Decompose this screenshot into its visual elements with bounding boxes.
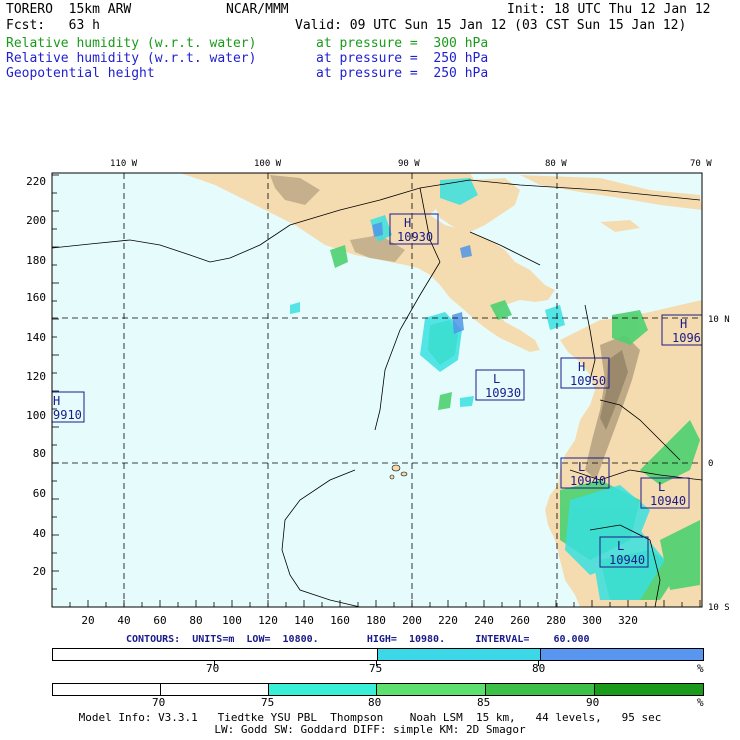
x-tick-40: 40 <box>117 614 130 625</box>
lat-label-0: 0 <box>708 459 713 469</box>
x-tick-120: 120 <box>258 614 278 625</box>
colorbar-rh300-label-pct: % <box>697 696 704 709</box>
y-tick-labels: 220 200 180 160 140 120 100 80 60 40 20 <box>26 175 46 578</box>
colorbar-rh300 <box>52 683 704 696</box>
y-tick-120: 120 <box>26 370 46 383</box>
y-tick-60: 60 <box>33 487 46 500</box>
colorbar-rh250-seg-3 <box>541 649 703 660</box>
y-tick-40: 40 <box>33 527 46 540</box>
x-tick-140: 140 <box>294 614 314 625</box>
y-tick-220: 220 <box>26 175 46 188</box>
center-value-l1: 10930 <box>485 386 521 400</box>
colorbar-rh250-label-80: 80 <box>532 662 546 675</box>
center-type-h4: H <box>53 394 60 408</box>
center-value-h2: 10950 <box>570 374 606 388</box>
lat-label-10s: 10 S <box>708 603 730 613</box>
y-tick-20: 20 <box>33 565 46 578</box>
x-tick-200: 200 <box>402 614 422 625</box>
x-tick-60: 60 <box>153 614 166 625</box>
colorbar-rh300-seg-5 <box>486 684 595 695</box>
y-tick-160: 160 <box>26 291 46 304</box>
x-tick-80: 80 <box>189 614 202 625</box>
x-tick-260: 260 <box>510 614 530 625</box>
latitude-labels: 10 N 0 10 S <box>708 315 730 613</box>
x-tick-180: 180 <box>366 614 386 625</box>
lon-label-90w: 90 W <box>398 159 420 169</box>
center-type-h3: H <box>680 317 687 331</box>
y-tick-100: 100 <box>26 409 46 422</box>
center-value-h3: 1096 <box>672 331 701 345</box>
colorbar-rh300-label-90: 90 <box>586 696 600 709</box>
y-tick-140: 140 <box>26 331 46 344</box>
weather-map: 110 W 100 W 90 W 80 W 70 W 10 N 0 10 S H… <box>26 159 730 625</box>
x-tick-320: 320 <box>618 614 638 625</box>
y-tick-180: 180 <box>26 254 46 267</box>
colorbar-rh300-label-70: 70 <box>152 696 166 709</box>
colorbar-rh250-seg-2 <box>378 649 541 660</box>
colorbar-rh300-seg-2 <box>161 684 269 695</box>
x-tick-240: 240 <box>474 614 494 625</box>
lat-label-10n: 10 N <box>708 315 730 325</box>
longitude-labels: 110 W 100 W 90 W 80 W 70 W <box>110 159 712 169</box>
model-info-line-2: LW: Godd SW: Goddard DIFF: simple KM: 2D… <box>214 723 526 736</box>
colorbar-rh300-seg-3 <box>269 684 377 695</box>
y-tick-80: 80 <box>33 447 46 460</box>
colorbar-rh300-seg-4 <box>377 684 486 695</box>
colorbar-rh300-label-80: 80 <box>368 696 382 709</box>
center-type-l3: L <box>658 480 665 494</box>
colorbar-rh300-label-75: 75 <box>261 696 275 709</box>
colorbar-rh300-label-85: 85 <box>477 696 491 709</box>
lon-label-70w: 70 W <box>690 159 712 169</box>
y-tick-200: 200 <box>26 214 46 227</box>
x-tick-280: 280 <box>546 614 566 625</box>
x-tick-labels: 20 40 60 80 100 120 140 160 180 200 220 … <box>81 614 638 625</box>
lon-label-110w: 110 W <box>110 159 138 169</box>
center-type-h1: H <box>404 216 411 230</box>
x-tick-220: 220 <box>438 614 458 625</box>
center-value-l3: 10940 <box>650 494 686 508</box>
colorbar-rh250-label-pct: % <box>697 662 704 675</box>
center-type-h2: H <box>578 360 585 374</box>
lon-label-100w: 100 W <box>254 159 282 169</box>
x-tick-160: 160 <box>330 614 350 625</box>
center-value-h4: 9910 <box>53 408 82 422</box>
center-type-l1: L <box>493 372 500 386</box>
colorbar-rh250-seg-1 <box>53 649 378 660</box>
colorbar-rh250-label-70: 70 <box>206 662 220 675</box>
x-tick-300: 300 <box>582 614 602 625</box>
colorbar-rh300-seg-6 <box>595 684 703 695</box>
center-type-l4: L <box>617 539 624 553</box>
x-tick-20: 20 <box>81 614 94 625</box>
lon-label-80w: 80 W <box>545 159 567 169</box>
center-value-l4: 10940 <box>609 553 645 567</box>
x-tick-100: 100 <box>222 614 242 625</box>
colorbar-rh300-seg-1 <box>53 684 161 695</box>
contour-info: CONTOURS: UNITS=m LOW= 10800. HIGH= 1098… <box>126 634 590 645</box>
center-value-l2: 10940 <box>570 474 606 488</box>
center-type-l2: L <box>578 460 585 474</box>
colorbar-rh250-label-75: 75 <box>369 662 383 675</box>
center-value-h1: 10930 <box>397 230 433 244</box>
